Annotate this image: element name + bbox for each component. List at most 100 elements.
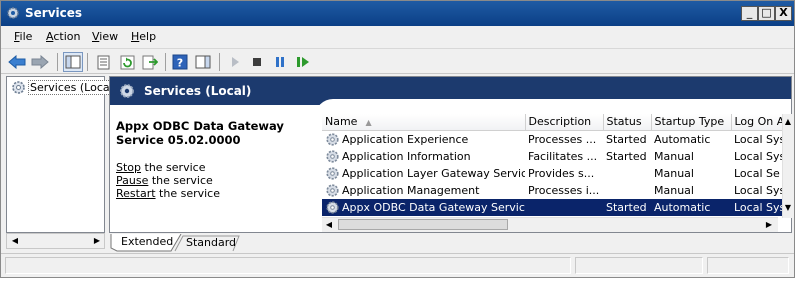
scroll-right-arrow-icon[interactable]: ▶: [90, 235, 104, 247]
scroll-left-arrow-icon[interactable]: ◀: [8, 235, 22, 247]
sort-ascending-icon: ▲: [365, 118, 372, 128]
title-bar[interactable]: Services _ □ X: [1, 1, 794, 26]
services-window: Services _ □ X File Action View Help ? S…: [0, 0, 795, 278]
stop-service-icon[interactable]: [247, 52, 267, 72]
refresh-icon[interactable]: [117, 52, 137, 72]
export-list-icon[interactable]: [140, 52, 160, 72]
window-title: Services: [25, 6, 83, 20]
status-panel: [707, 257, 789, 274]
service-startup-type-cell: Manual: [654, 166, 694, 180]
service-gear-icon: [326, 166, 339, 180]
table-row[interactable]: Application Information Facilitates ... St…: [322, 148, 791, 165]
toolbar-separator: [165, 53, 166, 71]
service-description-cell: Provides s...: [528, 166, 595, 180]
forward-arrow-icon[interactable]: [30, 52, 50, 72]
table-row[interactable]: Application Management Processes i... Manu…: [322, 182, 791, 199]
status-bar: [1, 253, 794, 277]
tab-standard[interactable]: Standard: [180, 235, 242, 251]
service-name-label: Application Layer Gateway Service: [342, 166, 525, 180]
menu-file[interactable]: File: [14, 30, 32, 43]
table-header-row: Name ▲ Description Status Startup Type Lo…: [322, 114, 791, 131]
restart-service-icon[interactable]: [293, 52, 313, 72]
service-name-label: Application Experience: [342, 132, 469, 146]
services-table: Name ▲ Description Status Startup Type Lo…: [322, 114, 791, 216]
scroll-right-arrow-icon[interactable]: ▶: [762, 219, 776, 231]
help-icon[interactable]: ?: [170, 52, 190, 72]
show-hide-action-pane-icon[interactable]: [193, 52, 213, 72]
back-arrow-icon[interactable]: [7, 52, 27, 72]
service-name-cell: Application Information: [322, 148, 525, 165]
svg-text:?: ?: [177, 57, 183, 70]
selected-service-name: Appx ODBC Data Gateway Service 05.02.000…: [116, 119, 284, 147]
service-description-pane: Appx ODBC Data Gateway Service 05.02.000…: [116, 119, 316, 200]
service-status-cell: Started: [606, 149, 647, 163]
restart-service-text: the service: [155, 187, 220, 200]
toolbar-separator: [87, 53, 88, 71]
service-name-label: Application Management: [342, 183, 480, 197]
menu-view[interactable]: View: [92, 30, 118, 43]
start-service-icon[interactable]: [225, 52, 245, 72]
service-name-label: Appx ODBC Data Gateway Service...: [342, 200, 525, 214]
view-tabs: Extended Standard: [109, 234, 409, 252]
menu-action[interactable]: Action: [46, 30, 80, 43]
status-panel: [575, 257, 703, 274]
services-gear-icon: [120, 84, 134, 98]
toolbar: ?: [1, 48, 794, 74]
service-name-cell: Application Experience: [322, 131, 525, 148]
toolbar-separator: [219, 53, 220, 71]
service-description-cell: Processes ...: [528, 132, 597, 146]
scroll-left-arrow-icon[interactable]: ◀: [322, 219, 336, 231]
close-button[interactable]: X: [775, 6, 792, 21]
service-gear-icon: [326, 200, 339, 214]
pause-service-icon[interactable]: [270, 52, 290, 72]
column-header-description[interactable]: Description: [525, 114, 604, 131]
table-row[interactable]: Application Layer Gateway Service Provide…: [322, 165, 791, 182]
scroll-down-arrow-icon[interactable]: ▼: [781, 202, 794, 214]
restart-service-link[interactable]: Restart: [116, 187, 156, 200]
console-tree: Services (Local): [6, 76, 119, 233]
tab-extended[interactable]: Extended: [115, 234, 179, 250]
scroll-up-arrow-icon[interactable]: ▲: [781, 116, 794, 128]
services-panel: Services (Local) Appx ODBC Data Gateway …: [109, 76, 792, 233]
stop-service-text: the service: [141, 161, 206, 174]
service-name-label: Application Information: [342, 149, 471, 163]
column-header-status[interactable]: Status: [603, 114, 652, 131]
service-description-cell: Processes i...: [528, 183, 600, 197]
service-status-cell: Started: [603, 198, 651, 216]
properties-icon[interactable]: [93, 52, 113, 72]
pause-service-link[interactable]: Pause: [116, 174, 148, 187]
service-description-cell: [525, 198, 603, 216]
services-list: Name ▲ Description Status Startup Type Lo…: [322, 114, 791, 232]
service-name-cell: Application Management: [322, 182, 525, 199]
toolbar-separator: [57, 53, 58, 71]
list-horizontal-scrollbar[interactable]: ◀ ▶: [322, 217, 778, 232]
tree-horizontal-scrollbar[interactable]: ◀ ▶: [6, 233, 105, 249]
tree-node-services-local[interactable]: Services (Local): [11, 80, 119, 95]
service-startup-type-cell: Manual: [654, 183, 694, 197]
table-row[interactable]: Appx ODBC Data Gateway Service... Started…: [322, 198, 791, 216]
column-header-name[interactable]: Name ▲: [322, 114, 526, 131]
pause-service-text: the service: [148, 174, 213, 187]
tree-node-label: Services (Local): [28, 80, 119, 95]
service-status-cell: Started: [606, 132, 647, 146]
table-row[interactable]: Application Experience Processes ... Start…: [322, 130, 791, 148]
scroll-thumb[interactable]: [338, 219, 508, 230]
status-panel: [5, 257, 571, 274]
service-gear-icon: [326, 183, 339, 197]
stop-service-link[interactable]: Stop: [116, 161, 141, 174]
service-description-cell: Facilitates ...: [528, 149, 598, 163]
list-vertical-scrollbar[interactable]: ▲ ▼: [782, 114, 793, 218]
minimize-button[interactable]: _: [741, 6, 758, 21]
service-startup-type-cell: Manual: [654, 149, 694, 163]
column-header-startup-type[interactable]: Startup Type: [651, 114, 732, 131]
menu-bar: File Action View Help: [1, 27, 794, 47]
service-status-cell: [603, 165, 651, 182]
service-name-cell: Application Layer Gateway Service: [322, 165, 525, 182]
menu-help[interactable]: Help: [131, 30, 156, 43]
show-hide-console-tree-icon[interactable]: [63, 52, 83, 72]
service-startup-type-cell: Automatic: [651, 198, 731, 216]
maximize-button[interactable]: □: [758, 6, 775, 21]
service-gear-icon: [326, 149, 339, 163]
service-gear-icon: [326, 132, 339, 146]
service-status-cell: [603, 182, 651, 199]
